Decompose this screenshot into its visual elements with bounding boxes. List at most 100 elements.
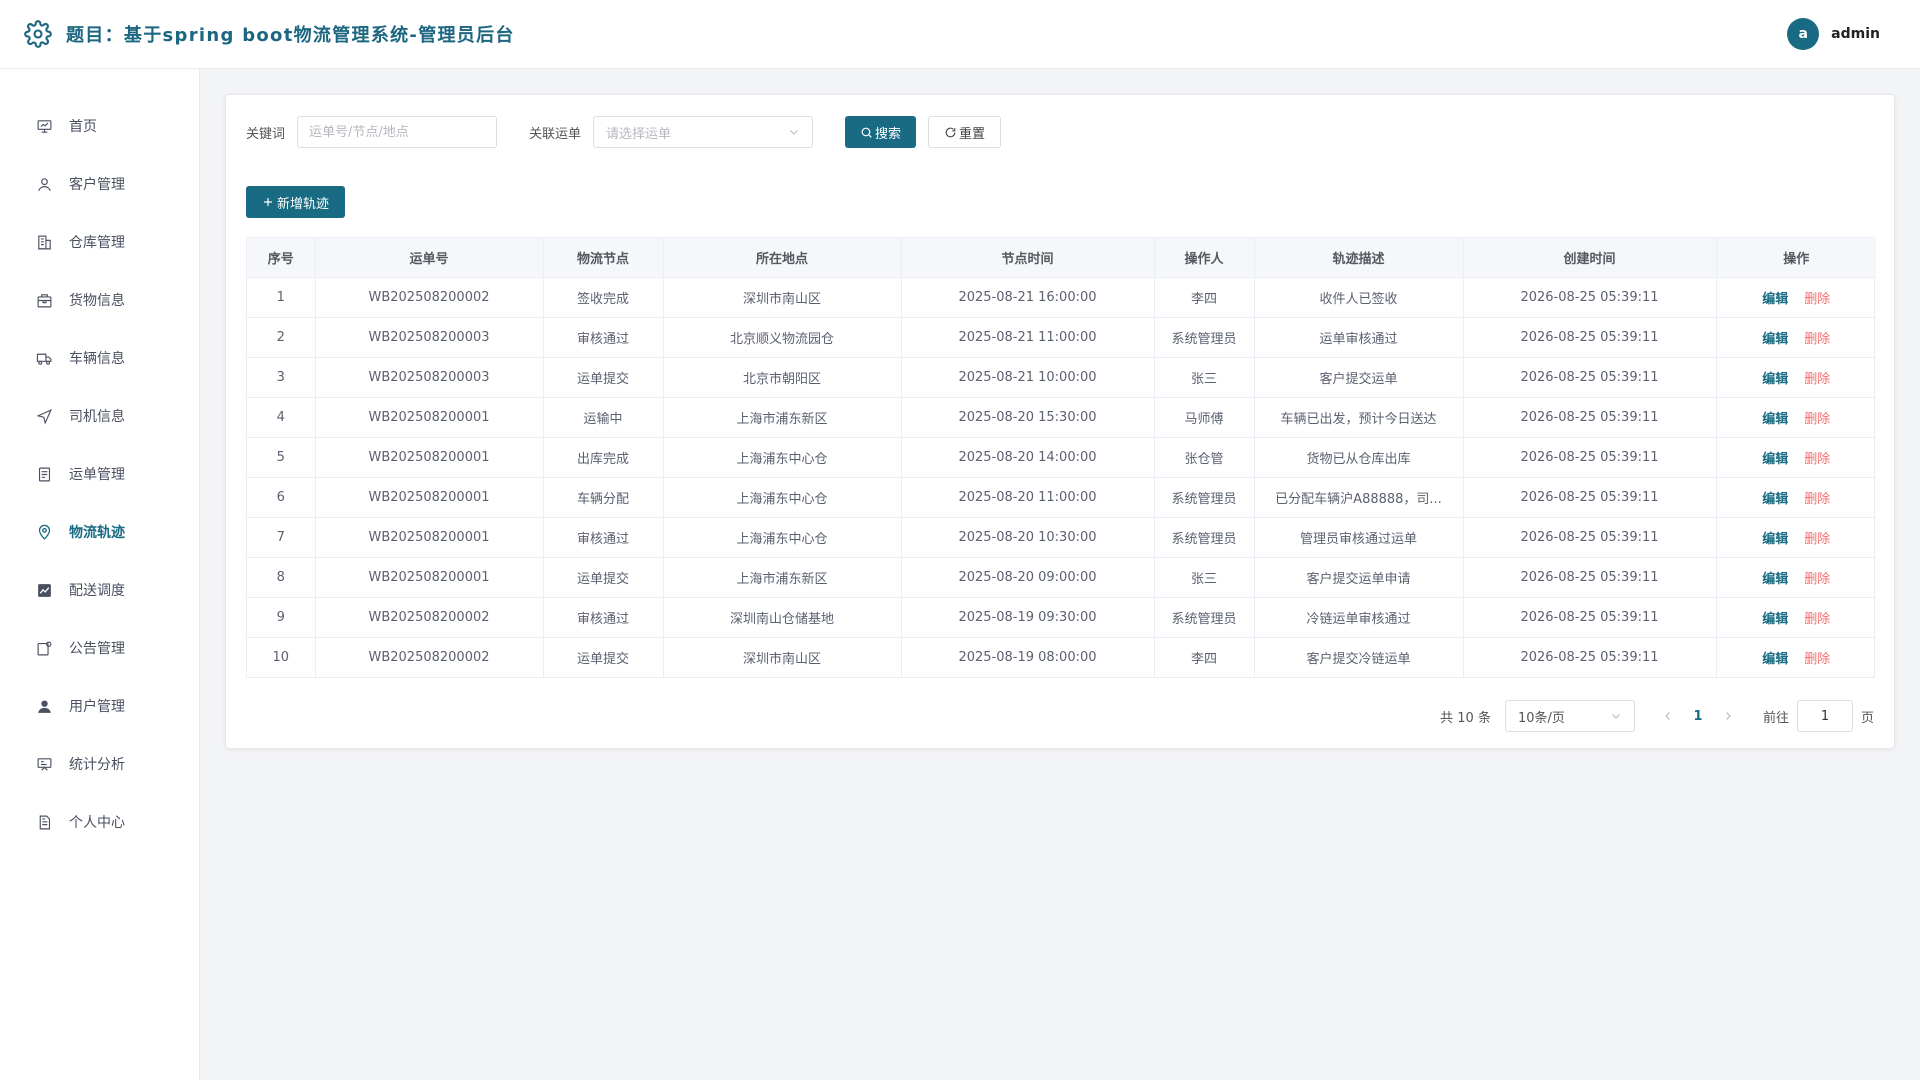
cell-node: 审核通过 xyxy=(543,317,664,358)
reset-button[interactable]: 重置 xyxy=(928,116,1002,148)
prev-page-button[interactable] xyxy=(1653,700,1683,732)
edit-button[interactable]: 编辑 xyxy=(1762,332,1788,347)
delete-button[interactable]: 删除 xyxy=(1804,292,1830,307)
cell-no: 8 xyxy=(247,557,316,598)
chevron-left-icon xyxy=(1665,712,1670,720)
edit-button[interactable]: 编辑 xyxy=(1762,372,1788,387)
next-page-button[interactable] xyxy=(1713,700,1743,732)
cell-node-time: 2025-08-21 16:00:00 xyxy=(901,277,1155,318)
cell-waybill: WB202508200002 xyxy=(315,637,544,677)
edit-button[interactable]: 编辑 xyxy=(1762,652,1788,667)
waybill-select-placeholder: 请选择运单 xyxy=(606,126,672,142)
cell-node: 运单提交 xyxy=(543,357,664,398)
delete-button[interactable]: 删除 xyxy=(1804,492,1830,507)
delete-button[interactable]: 删除 xyxy=(1804,332,1830,347)
table-row: 5 WB202508200001 出库完成 上海浦东中心仓 2025-08-20… xyxy=(247,437,1876,478)
cell-waybill: WB202508200001 xyxy=(315,477,544,518)
goto-page-input[interactable] xyxy=(1796,700,1853,732)
location-pin-icon xyxy=(38,524,51,540)
sidebar-item-label: 配送调度 xyxy=(69,583,125,599)
column-header: 运单号 xyxy=(315,238,544,278)
sidebar-item-label: 公告管理 xyxy=(69,641,125,657)
goods-box-icon xyxy=(37,293,52,307)
cell-created: 2026-08-25 05:39:11 xyxy=(1463,557,1717,598)
delete-button[interactable]: 删除 xyxy=(1804,652,1830,667)
send-arrow-icon xyxy=(36,408,52,425)
sidebar-item-dispatch[interactable]: 配送调度 xyxy=(0,561,199,619)
sidebar-item-tracking[interactable]: 物流轨迹 xyxy=(0,503,199,561)
edit-button[interactable]: 编辑 xyxy=(1762,492,1788,507)
sidebar-item-statistics[interactable]: 统计分析 xyxy=(0,735,199,793)
sidebar-item-label: 车辆信息 xyxy=(69,351,125,367)
cell-place: 北京市朝阳区 xyxy=(663,357,902,398)
cell-node-time: 2025-08-20 14:00:00 xyxy=(901,437,1155,478)
cell-node-time: 2025-08-21 11:00:00 xyxy=(901,317,1155,358)
notice-icon xyxy=(37,641,52,655)
sidebar-item-home[interactable]: 首页 xyxy=(0,97,199,155)
waybill-select[interactable]: 请选择运单 xyxy=(593,116,814,148)
table-row: 9 WB202508200002 审核通过 深圳南山仓储基地 2025-08-1… xyxy=(247,597,1876,638)
delete-button[interactable]: 删除 xyxy=(1804,572,1830,587)
delete-button[interactable]: 删除 xyxy=(1804,532,1830,547)
sidebar-item-warehouse[interactable]: 仓库管理 xyxy=(0,213,199,271)
edit-button[interactable]: 编辑 xyxy=(1762,532,1788,547)
page-size-select[interactable]: 10条/页 xyxy=(1504,700,1635,732)
cell-place: 深圳南山仓储基地 xyxy=(663,597,902,638)
column-header: 节点时间 xyxy=(901,238,1155,278)
plus-icon xyxy=(264,198,272,206)
sidebar-item-customers[interactable]: 客户管理 xyxy=(0,155,199,213)
cell-operator: 系统管理员 xyxy=(1154,477,1255,518)
cell-waybill: WB202508200003 xyxy=(315,317,544,358)
add-track-button[interactable]: 新增轨迹 xyxy=(246,186,346,218)
search-button[interactable]: 搜索 xyxy=(845,116,917,148)
cell-place: 上海浦东中心仓 xyxy=(663,517,902,558)
cell-created: 2026-08-25 05:39:11 xyxy=(1463,517,1717,558)
cell-actions: 编辑 删除 xyxy=(1716,277,1876,318)
sidebar-item-drivers[interactable]: 司机信息 xyxy=(0,387,199,445)
sidebar-item-label: 货物信息 xyxy=(69,293,125,309)
delete-button[interactable]: 删除 xyxy=(1804,612,1830,627)
delete-button[interactable]: 删除 xyxy=(1804,412,1830,427)
avatar[interactable]: a xyxy=(1787,18,1820,50)
chevron-right-icon xyxy=(1726,712,1731,720)
cell-actions: 编辑 删除 xyxy=(1716,597,1876,638)
column-header: 序号 xyxy=(247,238,316,278)
delete-button[interactable]: 删除 xyxy=(1804,372,1830,387)
table-row: 4 WB202508200001 运输中 上海市浦东新区 2025-08-20 … xyxy=(247,397,1876,438)
page-number-current[interactable]: 1 xyxy=(1683,700,1713,732)
username[interactable]: admin xyxy=(1831,26,1880,42)
brand: 题目：基于spring boot物流管理系统-管理员后台 xyxy=(24,20,515,48)
edit-button[interactable]: 编辑 xyxy=(1762,412,1788,427)
sidebar-item-profile[interactable]: 个人中心 xyxy=(0,793,199,851)
search-button-label: 搜索 xyxy=(875,126,902,142)
edit-button[interactable]: 编辑 xyxy=(1762,612,1788,627)
sidebar-item-users[interactable]: 用户管理 xyxy=(0,677,199,735)
edit-button[interactable]: 编辑 xyxy=(1762,452,1788,467)
cell-node-time: 2025-08-20 09:00:00 xyxy=(901,557,1155,598)
filter-bar: 关键词 关联运单 请选择运单 搜索 重置 xyxy=(246,116,1002,148)
sidebar-item-waybills[interactable]: 运单管理 xyxy=(0,445,199,503)
table-header-row: 序号 运单号 物流节点 所在地点 节点时间 操作人 轨迹描述 创建时间 操作 xyxy=(247,238,1876,278)
cell-actions: 编辑 删除 xyxy=(1716,477,1876,518)
sidebar-item-goods[interactable]: 货物信息 xyxy=(0,271,199,329)
total-count: 共 10 条 xyxy=(1440,710,1491,726)
cell-place: 上海市浦东新区 xyxy=(663,397,902,438)
keyword-input[interactable] xyxy=(297,116,498,148)
cell-created: 2026-08-25 05:39:11 xyxy=(1463,357,1717,398)
sidebar-item-notices[interactable]: 公告管理 xyxy=(0,619,199,677)
user-menu[interactable]: a admin xyxy=(1787,18,1880,50)
cell-created: 2026-08-25 05:39:11 xyxy=(1463,397,1717,438)
sidebar-item-label: 客户管理 xyxy=(69,177,125,193)
cell-description: 客户提交冷链运单 xyxy=(1254,637,1464,677)
edit-button[interactable]: 编辑 xyxy=(1762,292,1788,307)
cell-description: 冷链运单审核通过 xyxy=(1254,597,1464,638)
cell-actions: 编辑 删除 xyxy=(1716,557,1876,598)
cell-place: 上海浦东中心仓 xyxy=(663,437,902,478)
column-header: 操作人 xyxy=(1154,238,1255,278)
pagination: 共 10 条 10条/页 1 前往 页 xyxy=(1440,700,1874,732)
cell-description: 货物已从仓库出库 xyxy=(1254,437,1464,478)
edit-button[interactable]: 编辑 xyxy=(1762,572,1788,587)
delete-button[interactable]: 删除 xyxy=(1804,452,1830,467)
sidebar-item-vehicles[interactable]: 车辆信息 xyxy=(0,329,199,387)
goto-label: 前往 xyxy=(1762,710,1789,726)
